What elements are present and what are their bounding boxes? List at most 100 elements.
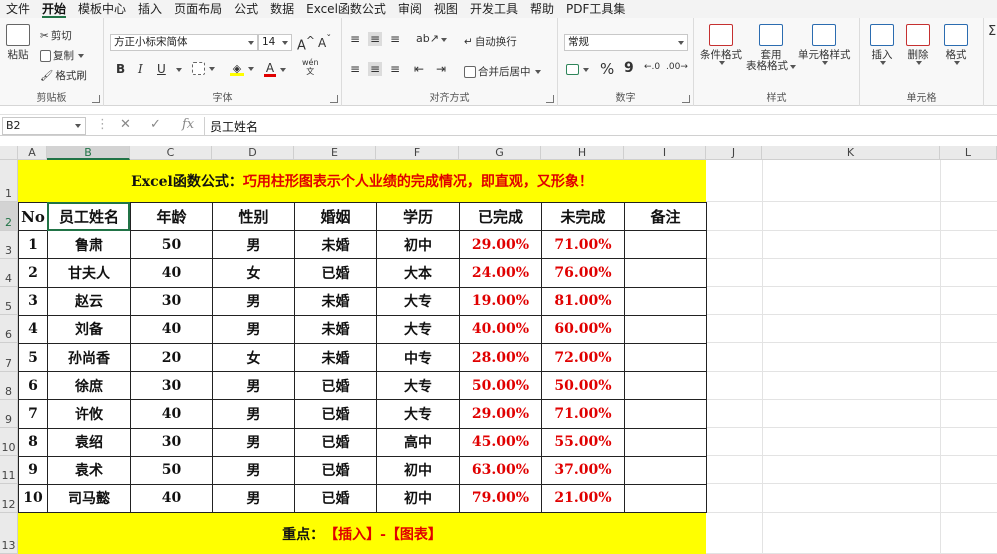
insert-function-icon[interactable]: fx (182, 117, 194, 132)
table-cell[interactable]: 71.00% (541, 399, 625, 429)
conditional-format-button[interactable]: 条件格式 (700, 24, 742, 65)
decrease-indent-icon[interactable]: ⇤ (414, 62, 424, 76)
table-cell[interactable]: 已婚 (294, 455, 377, 485)
table-cell[interactable]: 1 (18, 230, 48, 260)
cut-button[interactable]: ✂ 剪切 (40, 28, 72, 43)
table-cell[interactable]: 大专 (376, 314, 460, 344)
row-header[interactable]: 10 (0, 428, 18, 456)
bold-button[interactable]: B (116, 62, 125, 76)
accounting-format-button[interactable] (566, 64, 589, 75)
table-cell[interactable]: 50.00% (459, 371, 542, 401)
table-cell[interactable]: 女 (212, 342, 295, 373)
insert-cells-button[interactable]: 插入 (870, 24, 894, 65)
column-header[interactable]: H (541, 146, 624, 160)
format-painter-button[interactable]: 🖌 格式刷 (40, 68, 87, 83)
table-cell[interactable]: 男 (212, 286, 295, 316)
align-top-icon[interactable]: ≡ (350, 32, 360, 46)
menu-item[interactable]: 开发工具 (464, 0, 524, 18)
phonetic-button[interactable]: wén 文 (302, 58, 319, 76)
dialog-launcher-icon[interactable] (682, 95, 690, 103)
table-cell[interactable]: 24.00% (459, 258, 542, 288)
menu-item[interactable]: 插入 (132, 0, 168, 18)
table-cell[interactable]: 男 (212, 455, 295, 485)
table-cell[interactable]: 赵云 (47, 286, 131, 316)
column-heading-cell[interactable]: 学历 (376, 201, 460, 232)
increase-decimal-icon[interactable]: ←.0 (644, 62, 660, 72)
table-cell[interactable]: 5 (18, 342, 48, 373)
row-header[interactable]: 9 (0, 400, 18, 428)
table-cell[interactable]: 30 (130, 427, 213, 457)
column-header[interactable]: G (459, 146, 541, 160)
table-cell[interactable]: 初中 (376, 455, 460, 485)
column-heading-cell[interactable]: 未完成 (541, 201, 625, 232)
merge-center-button[interactable]: 合并后居中 (464, 64, 541, 79)
menu-item[interactable]: Excel函数公式 (300, 0, 392, 18)
table-cell[interactable]: 20 (130, 342, 213, 373)
table-cell[interactable] (624, 314, 707, 344)
table-cell[interactable]: 21.00% (541, 483, 625, 514)
table-cell[interactable]: 50 (130, 230, 213, 260)
table-cell[interactable]: 许攸 (47, 399, 131, 429)
table-cell[interactable]: 已婚 (294, 427, 377, 457)
menu-item[interactable]: 页面布局 (168, 0, 228, 18)
table-cell[interactable] (624, 286, 707, 316)
menu-item[interactable]: 开始 (36, 0, 72, 18)
table-cell[interactable]: 4 (18, 314, 48, 344)
table-cell[interactable]: 男 (212, 314, 295, 344)
table-cell[interactable]: 29.00% (459, 399, 542, 429)
column-header[interactable]: K (762, 146, 940, 160)
menu-item[interactable]: 审阅 (392, 0, 428, 18)
column-header[interactable]: C (130, 146, 212, 160)
table-cell[interactable]: 男 (212, 230, 295, 260)
table-cell[interactable]: 已婚 (294, 371, 377, 401)
table-cell[interactable]: 8 (18, 427, 48, 457)
table-cell[interactable]: 19.00% (459, 286, 542, 316)
table-cell[interactable]: 大专 (376, 371, 460, 401)
sheet-footer-note[interactable]: 重点： 【插入】-【图表】 (18, 513, 706, 554)
align-center-icon[interactable]: ≡ (368, 62, 383, 76)
table-cell[interactable]: 袁绍 (47, 427, 131, 457)
column-heading-cell[interactable]: 已完成 (459, 201, 542, 232)
dialog-launcher-icon[interactable] (546, 95, 554, 103)
table-cell[interactable]: 7 (18, 399, 48, 429)
chevron-down-icon[interactable] (176, 68, 182, 72)
row-header[interactable]: 4 (0, 259, 18, 287)
table-cell[interactable]: 徐庶 (47, 371, 131, 401)
table-cell[interactable]: 鲁肃 (47, 230, 131, 260)
table-cell[interactable] (624, 371, 707, 401)
column-header[interactable]: B (47, 146, 130, 160)
column-heading-cell[interactable]: No (18, 201, 48, 232)
table-cell[interactable]: 50 (130, 455, 213, 485)
column-header[interactable]: J (706, 146, 762, 160)
paste-button[interactable]: 粘贴 (6, 24, 30, 61)
column-header[interactable]: A (18, 146, 47, 160)
table-cell[interactable]: 未婚 (294, 230, 377, 260)
row-header[interactable]: 3 (0, 231, 18, 259)
menu-item[interactable]: 公式 (228, 0, 264, 18)
column-heading-cell[interactable]: 备注 (624, 201, 707, 232)
table-cell[interactable]: 45.00% (459, 427, 542, 457)
grow-font-button[interactable]: A^ (297, 34, 315, 53)
table-cell[interactable]: 40 (130, 399, 213, 429)
table-cell[interactable]: 30 (130, 286, 213, 316)
column-header[interactable]: E (294, 146, 376, 160)
cancel-icon[interactable]: ✕ (120, 117, 131, 132)
wrap-text-button[interactable]: ↵ 自动换行 (464, 34, 517, 49)
table-cell[interactable]: 60.00% (541, 314, 625, 344)
table-cell[interactable]: 6 (18, 371, 48, 401)
table-cell[interactable]: 10 (18, 483, 48, 514)
table-cell[interactable]: 37.00% (541, 455, 625, 485)
copy-button[interactable]: 复制 (40, 48, 84, 63)
table-cell[interactable]: 30 (130, 371, 213, 401)
table-cell[interactable]: 女 (212, 258, 295, 288)
table-cell[interactable]: 79.00% (459, 483, 542, 514)
table-cell[interactable]: 已婚 (294, 258, 377, 288)
table-cell[interactable]: 男 (212, 399, 295, 429)
table-cell[interactable]: 40.00% (459, 314, 542, 344)
increase-indent-icon[interactable]: ⇥ (436, 62, 446, 76)
column-heading-cell[interactable]: 婚姻 (294, 201, 377, 232)
table-cell[interactable]: 40 (130, 483, 213, 514)
row-header[interactable]: 6 (0, 315, 18, 343)
shrink-font-button[interactable]: Aˇ (318, 34, 331, 50)
comma-button[interactable]: 9 (624, 60, 634, 76)
